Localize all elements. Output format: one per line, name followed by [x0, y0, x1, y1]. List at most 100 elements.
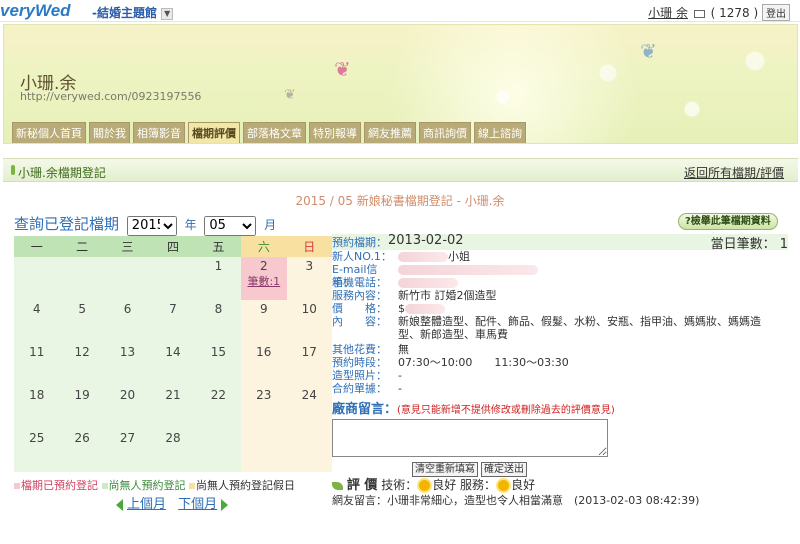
vendor-message-input[interactable]	[332, 419, 608, 457]
booking-date-label: 預約檔期：	[332, 236, 387, 249]
calendar-day	[104, 257, 151, 300]
calendar-day[interactable]: 23	[241, 386, 287, 429]
booking-date-row: 預約檔期： 2013-02-02 當日筆數： 1	[332, 233, 788, 252]
day-number: 24	[301, 388, 317, 402]
day-number: 25	[29, 431, 45, 445]
query-label: 查詢已登記檔期	[14, 215, 120, 233]
calendar-day[interactable]: 18	[14, 386, 60, 429]
site-logo[interactable]: veryWed	[0, 1, 71, 21]
day-number: 11	[29, 345, 45, 359]
nav-tab[interactable]: 新秘個人首頁	[12, 122, 86, 143]
day-number: 19	[74, 388, 90, 402]
nav-tab[interactable]: 部落格文章	[243, 122, 306, 143]
nav-tab[interactable]: 特別報導	[309, 122, 361, 143]
calendar-day[interactable]: 22	[195, 386, 242, 429]
calendar-day[interactable]: 28	[150, 429, 196, 472]
calendar-day[interactable]: 19	[59, 386, 105, 429]
redacted-text	[398, 278, 458, 288]
calendar-day[interactable]: 21	[150, 386, 196, 429]
calendar-day[interactable]: 13	[104, 343, 151, 386]
calendar-day[interactable]: 25	[14, 429, 60, 472]
owner-url[interactable]: http://verywed.com/0923197556	[20, 90, 201, 103]
day-number: 17	[301, 345, 317, 359]
calendar-day[interactable]: 14	[150, 343, 196, 386]
calendar-day	[59, 257, 105, 300]
calendar-day[interactable]: 4	[14, 300, 60, 343]
nav-tab[interactable]: 檔期評價	[188, 122, 240, 143]
calendar-day[interactable]: 1	[195, 257, 242, 300]
prev-month-link[interactable]: 上個月	[127, 497, 166, 512]
service-rating-label: 服務：	[460, 478, 497, 492]
calendar-day[interactable]: 2 筆數:1	[241, 257, 287, 300]
legend-swatch	[14, 483, 20, 489]
calendar-day	[14, 257, 60, 300]
month-suffix: 月	[264, 218, 277, 232]
legend-open: 尚無人預約登記	[101, 479, 186, 492]
section-marker-icon	[11, 165, 15, 175]
calendar-day[interactable]: 11	[14, 343, 60, 386]
calendar-day[interactable]: 10	[286, 300, 332, 343]
content-row: 內 容： 新娘整體造型、配件、飾品、假髮、水粉、安瓶、指甲油、媽媽妝、媽媽造型、新…	[332, 315, 761, 341]
calendar-day[interactable]: 15	[195, 343, 242, 386]
day-number: 3	[305, 259, 314, 273]
day-number: 28	[165, 431, 181, 445]
photo-row: 造型照片： -	[332, 369, 402, 382]
weekday-header: 一	[14, 236, 60, 257]
calendar-week: 18 19 20 21 22 23 24	[14, 386, 332, 429]
calendar-day[interactable]: 5	[59, 300, 105, 343]
email-row: E-mail信箱：	[332, 263, 788, 289]
calendar-day[interactable]: 26	[59, 429, 105, 472]
day-number: 21	[165, 388, 181, 402]
chevron-down-icon[interactable]: ▼	[161, 7, 174, 20]
calendar: 一二三四五六日 1 2 筆數:1 3 4 5 6 7 8 9 10 11 12 13 14 15 16 17 18 1…	[14, 236, 332, 472]
time-row: 預約時段： 07:30～10:00 11:30～03:30	[332, 356, 569, 369]
nav-tab[interactable]: 相簿影音	[133, 122, 185, 143]
leaf-icon	[332, 481, 343, 490]
price-row: 價 格： $	[332, 302, 788, 315]
year-select[interactable]: 2015	[126, 215, 177, 236]
skill-value: 良好	[432, 478, 457, 492]
calendar-day[interactable]: 17	[286, 343, 332, 386]
site-selector[interactable]: -結婚主題館 ▼	[92, 4, 174, 21]
report-schedule-button[interactable]: ?檢舉此筆檔期資料	[678, 213, 778, 230]
calendar-day[interactable]: 27	[104, 429, 151, 472]
calendar-week: 11 12 13 14 15 16 17	[14, 343, 332, 386]
calendar-day	[286, 429, 332, 472]
month-select[interactable]: 05	[204, 215, 257, 236]
service-row: 服務內容： 新竹市 訂婚2個造型	[332, 289, 497, 302]
calendar-day[interactable]: 20	[104, 386, 151, 429]
calendar-day[interactable]: 6	[104, 300, 151, 343]
legend-booked: 檔期已預約登記	[14, 479, 98, 492]
calendar-day[interactable]: 7	[150, 300, 196, 343]
user-name-link[interactable]: 小珊 余	[648, 6, 688, 20]
chevron-left-icon[interactable]	[116, 498, 123, 511]
day-number: 26	[74, 431, 90, 445]
weekday-header: 四	[150, 236, 196, 257]
nav-tab[interactable]: 線上諮詢	[474, 122, 526, 143]
calendar-day[interactable]: 9	[241, 300, 287, 343]
mail-icon[interactable]	[693, 9, 705, 18]
site-selector-label: -結婚主題館	[92, 6, 157, 20]
nav-tab[interactable]: 網友推薦	[364, 122, 416, 143]
booking-count-link[interactable]: 筆數:1	[241, 273, 286, 289]
calendar-day[interactable]: 8	[195, 300, 242, 343]
review-summary: 評 價 技術： 良好 服務： 良好	[332, 474, 535, 493]
calendar-day[interactable]: 12	[59, 343, 105, 386]
nav-tab[interactable]: 關於我	[89, 122, 130, 143]
calendar-day[interactable]: 16	[241, 343, 287, 386]
calendar-week: 4 5 6 7 8 9 10	[14, 300, 332, 343]
next-month-link[interactable]: 下個月	[178, 497, 217, 512]
back-to-all-link[interactable]: 返回所有檔期/評價	[684, 164, 784, 181]
nav-tab[interactable]: 商訊詢價	[419, 122, 471, 143]
calendar-day[interactable]: 24	[286, 386, 332, 429]
chevron-right-icon[interactable]	[221, 498, 229, 511]
weekday-header: 五	[195, 236, 242, 257]
calendar-day[interactable]: 3	[286, 257, 332, 300]
logout-button[interactable]: 登出	[762, 4, 790, 21]
legend-open-holiday: 尚無人預約登記假日	[189, 479, 295, 492]
weekday-header: 二	[59, 236, 105, 257]
day-number: 8	[214, 302, 223, 316]
month-navigation: 上個月 下個月	[116, 493, 229, 512]
day-number: 6	[123, 302, 132, 316]
butterfly-icon: ❦	[284, 87, 296, 103]
